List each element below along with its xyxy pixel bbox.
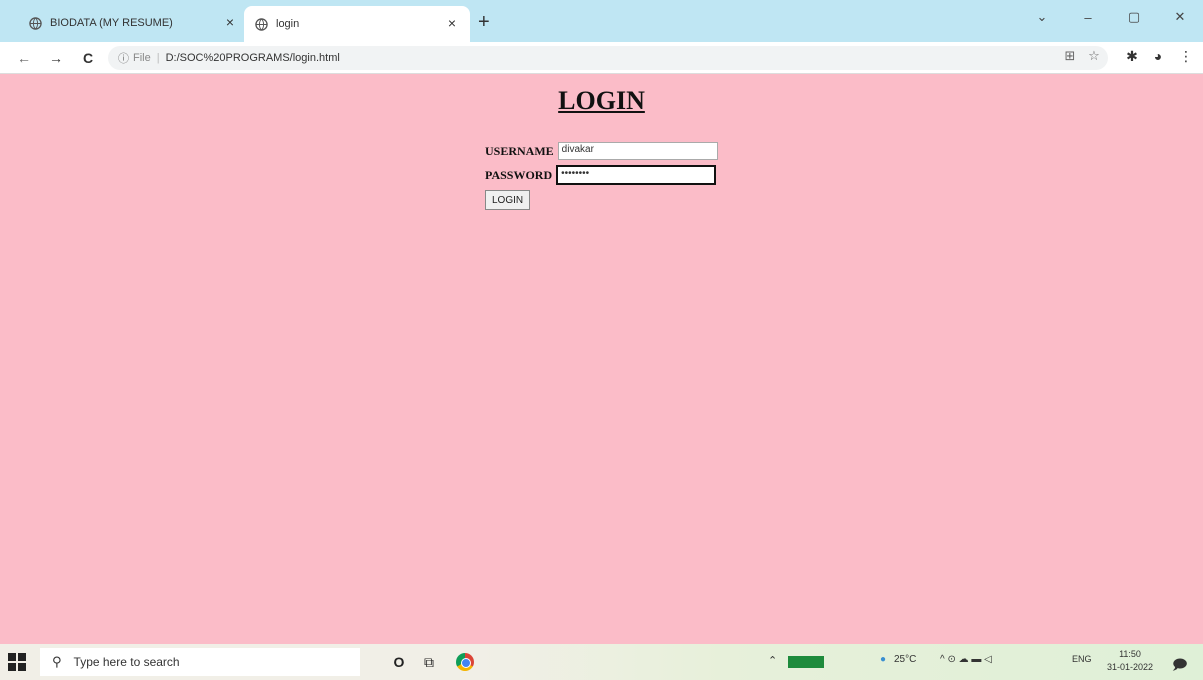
system-clock[interactable]: 11:50 31-01-2022 xyxy=(1100,648,1160,674)
profile-icon[interactable]: ◕ xyxy=(1148,48,1168,64)
taskbar-search[interactable]: ⚲ Type here to search xyxy=(40,648,360,676)
url-separator: | xyxy=(156,52,160,64)
password-label: PASSWORD xyxy=(485,167,553,182)
notification-icon[interactable]: 🗩 xyxy=(1172,654,1188,678)
browser-toolbar: ← → C ⓘ File | D:/SOC%20PROGRAMS/login.h… xyxy=(0,42,1203,74)
password-input[interactable]: •••••••• xyxy=(556,165,717,185)
temperature[interactable]: 25°C xyxy=(894,654,916,665)
url-scheme: File xyxy=(133,52,151,64)
search-icon: ⚲ xyxy=(52,654,62,669)
maximize-icon[interactable]: ▢ xyxy=(1111,0,1157,34)
tab-title: login xyxy=(276,18,300,30)
tab-title: BIODATA (MY RESUME) xyxy=(50,17,173,29)
password-row: PASSWORD •••••••• xyxy=(485,164,745,186)
close-window-icon[interactable]: ✕ xyxy=(1157,0,1203,34)
bookmark-star-icon[interactable]: ☆ xyxy=(1084,48,1104,64)
username-label: USERNAME xyxy=(485,143,554,158)
task-view-icon[interactable]: ⧉ xyxy=(418,652,440,672)
clock-time: 11:50 xyxy=(1119,649,1141,659)
tab-search-icon[interactable]: ⌄ xyxy=(1019,0,1065,34)
extensions-icon[interactable]: ✱ xyxy=(1122,48,1142,65)
clock-date: 31-01-2022 xyxy=(1106,662,1154,672)
reader-mode-icon[interactable]: ⊞ xyxy=(1060,48,1080,64)
login-button[interactable]: LOGIN xyxy=(485,190,531,210)
username-row: USERNAME divakar xyxy=(485,140,745,162)
address-bar[interactable]: ⓘ File | D:/SOC%20PROGRAMS/login.html xyxy=(108,46,1108,70)
window-controls: ⌄ – ▢ ✕ xyxy=(1019,0,1203,34)
taskbar: ⚲ Type here to search O ⧉ ⌃ ● 25°C ^ ⊙ ☁… xyxy=(0,644,1203,680)
url-text[interactable]: D:/SOC%20PROGRAMS/login.html xyxy=(166,52,340,64)
back-icon[interactable]: ← xyxy=(14,48,34,68)
page-title: LOGIN xyxy=(558,86,645,115)
battery-icon[interactable] xyxy=(788,656,824,668)
cortana-icon[interactable]: O xyxy=(388,652,410,672)
minimize-icon[interactable]: – xyxy=(1065,0,1111,34)
globe-icon xyxy=(254,17,268,31)
page-viewport: LOGIN USERNAME divakar PASSWORD ••••••••… xyxy=(0,74,1203,644)
browser-tab-strip: BIODATA (MY RESUME) × login × + ⌄ – ▢ ✕ xyxy=(0,0,1203,42)
windows-start-icon[interactable] xyxy=(8,653,26,671)
username-input[interactable]: divakar xyxy=(557,142,718,160)
language-indicator[interactable]: ENG xyxy=(1072,654,1092,664)
globe-icon xyxy=(28,16,42,30)
tab-biodata[interactable]: BIODATA (MY RESUME) × xyxy=(18,8,248,38)
tab-close-icon[interactable]: × xyxy=(444,15,460,31)
tab-close-icon[interactable]: × xyxy=(222,14,238,30)
reload-icon[interactable]: C xyxy=(78,48,98,68)
weather-icon: ● xyxy=(880,654,887,665)
search-placeholder: Type here to search xyxy=(73,655,180,669)
new-tab-icon[interactable]: + xyxy=(478,12,490,32)
tab-login[interactable]: login × xyxy=(244,6,470,42)
site-info-icon[interactable]: ⓘ xyxy=(118,50,129,66)
chrome-taskbar-icon[interactable] xyxy=(454,652,476,672)
login-form: USERNAME divakar PASSWORD •••••••• LOGIN xyxy=(485,140,745,210)
tray-chevron-icon[interactable]: ⌃ xyxy=(768,654,777,667)
tray-icons[interactable]: ^ ⊙ ☁ ▬ ◁ xyxy=(940,654,992,665)
menu-icon[interactable]: ⋮ xyxy=(1176,48,1196,65)
forward-icon[interactable]: → xyxy=(46,48,66,68)
